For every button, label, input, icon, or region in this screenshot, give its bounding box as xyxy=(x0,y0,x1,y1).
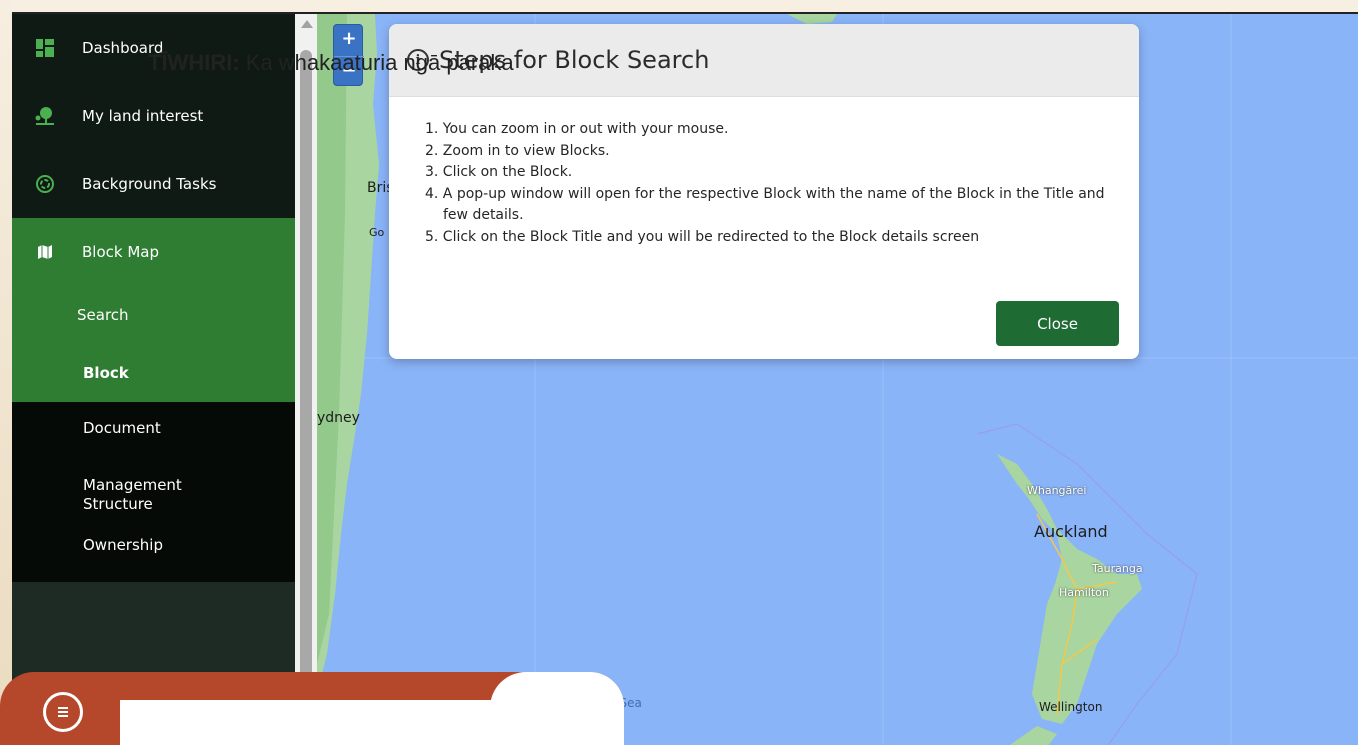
sidebar-subitem-label: Document xyxy=(83,419,161,437)
map-label-hamilton: Hamilton xyxy=(1059,586,1109,599)
sidebar-item-background-tasks[interactable]: Background Tasks xyxy=(12,150,295,218)
sidebar-item-label: My land interest xyxy=(82,107,204,125)
list-item: 5. Click on the Block Title and you will… xyxy=(425,228,980,245)
page-frame-top xyxy=(12,0,1358,12)
map-icon xyxy=(34,241,56,263)
app-window: Dashboard My land interest Background Ta… xyxy=(12,12,1358,745)
tip-notch xyxy=(490,672,624,712)
sidebar-subitem-block[interactable]: Block xyxy=(12,344,295,402)
sidebar-subitem-label: Search xyxy=(77,306,129,324)
map-label-gold-coast: Go xyxy=(369,226,385,239)
list-item: 4. A pop-up window will open for the res… xyxy=(425,185,1105,224)
tree-icon xyxy=(34,105,56,127)
sidebar-subitem-management-structure[interactable]: Management Structure xyxy=(12,454,295,536)
spinner-icon xyxy=(34,173,56,195)
sidebar-item-land-interest[interactable]: My land interest xyxy=(12,82,295,150)
list-item: 2. Zoom in to view Blocks. xyxy=(425,142,610,159)
map-label-auckland: Auckland xyxy=(1034,522,1108,541)
sidebar-item-label: Block Map xyxy=(82,243,159,261)
scroll-up-arrow-icon[interactable] xyxy=(301,20,313,28)
list-item: 1. You can zoom in or out with your mous… xyxy=(425,121,729,137)
map-label-wellington: Wellington xyxy=(1039,700,1103,714)
close-button[interactable]: Close xyxy=(996,301,1119,346)
sidebar-subitem-label: Ownership xyxy=(83,536,163,554)
sidebar-subitem-search[interactable]: Search xyxy=(12,286,295,344)
map-label-sydney: ydney xyxy=(317,410,360,426)
tip-label: TĪWHIRI: Ka whakaaturia ngā paraka xyxy=(148,50,514,75)
sidebar-subitem-ownership[interactable]: Ownership xyxy=(12,536,295,582)
lightbulb-icon xyxy=(43,692,83,732)
scroll-thumb[interactable] xyxy=(300,50,312,745)
sidebar-subitem-document[interactable]: Document xyxy=(12,402,295,454)
map-label-whangarei: Whangārei xyxy=(1027,484,1087,497)
sidebar-subitem-label: Block xyxy=(83,364,129,382)
sidebar-subitem-label: Management Structure xyxy=(83,476,182,513)
map-label-tauranga: Tauranga xyxy=(1092,562,1143,575)
tip-callout xyxy=(0,672,624,745)
sidebar-item-block-map[interactable]: Block Map xyxy=(12,218,295,286)
list-item: 3. Click on the Block. xyxy=(425,164,573,180)
sidebar-scrollbar[interactable] xyxy=(295,14,317,745)
sidebar-item-label: Background Tasks xyxy=(82,175,217,193)
page-frame-left xyxy=(0,0,12,745)
dashboard-icon xyxy=(34,37,56,59)
tip-text: TĪWHIRI: Ka whakaaturia ngā paraka xyxy=(148,50,514,76)
sidebar: Dashboard My land interest Background Ta… xyxy=(12,14,295,745)
steps-list: 1. You can zoom in or out with your mous… xyxy=(389,97,1139,248)
